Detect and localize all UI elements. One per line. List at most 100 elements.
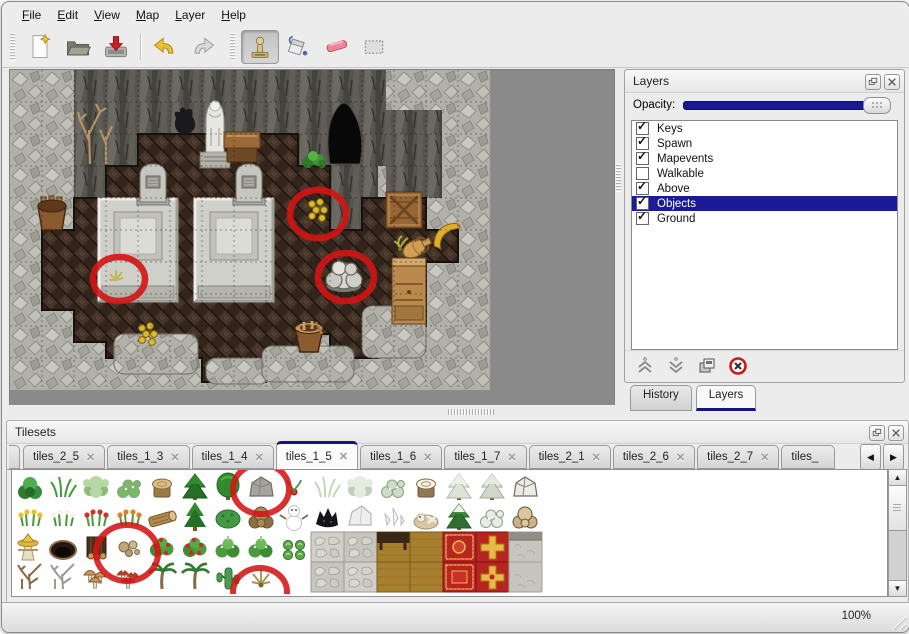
layers-panel-title: Layers <box>633 74 669 88</box>
tileset-tab[interactable]: tiles_2_7 ✕ <box>697 445 779 469</box>
tileset-tab-active[interactable]: tiles_1_5 ✕ <box>276 441 358 470</box>
tileset-tab[interactable]: tiles_1_4✕ <box>192 445 274 469</box>
splitter-grip <box>616 164 621 192</box>
tileset-tab-label: tiles_2_7 <box>707 451 753 463</box>
tileset-tab-label: tiles_1_5 <box>286 451 332 463</box>
layer-visibility-checkbox[interactable]: ✓ <box>636 152 649 165</box>
layer-row-ground[interactable]: ✓ Ground <box>632 211 897 226</box>
chevrons-up-icon <box>635 356 655 376</box>
undo-button[interactable] <box>146 30 184 64</box>
close-tab-icon[interactable]: ✕ <box>423 451 432 464</box>
menu-layer[interactable]: Layer <box>167 5 213 25</box>
close-tab-icon[interactable]: ✕ <box>339 450 348 463</box>
tileset-tab[interactable]: tiles_1_6✕ <box>360 445 442 469</box>
layer-name: Mapevents <box>657 153 713 165</box>
float-panel-button[interactable] <box>865 74 881 90</box>
menu-help[interactable]: Help <box>213 5 254 25</box>
layer-row-walkable[interactable]: ✓Walkable <box>632 166 897 181</box>
resize-grip[interactable] <box>888 612 906 630</box>
tab-history[interactable]: History <box>630 385 692 411</box>
layers-panel: Layers Opacity: <box>624 69 905 412</box>
menu-edit[interactable]: Edit <box>49 5 86 25</box>
toolbar <box>2 27 909 68</box>
tileset-tab[interactable]: tiles_1_7 ✕ <box>444 445 526 469</box>
eraser-tool-button[interactable] <box>317 30 355 64</box>
select-tool-button[interactable] <box>355 30 393 64</box>
close-tab-icon[interactable]: ✕ <box>592 451 601 464</box>
tileset-scrollbar[interactable]: ▲ ▼ <box>888 469 907 597</box>
undo-icon <box>151 33 179 61</box>
layer-list: ✓Keys ✓Spawn ✓Mapevents ✓Walkable ✓Above… <box>631 120 898 350</box>
stamp-tool-button[interactable] <box>241 30 279 64</box>
opacity-slider[interactable] <box>683 101 890 110</box>
slider-grip-dots <box>871 101 883 109</box>
redo-button[interactable] <box>184 30 222 64</box>
tileset-tab[interactable]: tiles_ <box>781 445 835 469</box>
map-viewport[interactable] <box>9 69 615 407</box>
tileset-tab[interactable]: tiles_2_6✕ <box>613 445 695 469</box>
float-panel-button[interactable] <box>869 425 885 441</box>
new-file-button[interactable] <box>21 30 59 64</box>
delete-layer-button[interactable] <box>726 354 750 378</box>
layer-row-spawn[interactable]: ✓Spawn <box>632 136 897 151</box>
delete-icon <box>728 356 748 376</box>
close-tab-icon[interactable]: ✕ <box>170 451 179 464</box>
toolbar-grip[interactable] <box>10 33 15 61</box>
menu-map[interactable]: Map <box>128 5 167 25</box>
close-panel-button[interactable] <box>884 74 900 90</box>
layer-name: Spawn <box>657 138 692 150</box>
float-icon <box>872 428 882 438</box>
close-tab-icon[interactable]: ✕ <box>86 451 95 464</box>
layer-name: Objects <box>657 198 696 210</box>
tab-layers[interactable]: Layers <box>696 385 757 411</box>
scroll-tabs-right-button[interactable]: ▶ <box>883 444 904 470</box>
status-bar: 100% <box>2 602 909 632</box>
tileset-tab-label: tiles_1_3 <box>117 451 163 463</box>
close-icon <box>891 428 901 438</box>
toolbar-grip[interactable] <box>230 33 235 61</box>
lower-layer-button[interactable] <box>664 354 688 378</box>
layer-row-mapevents[interactable]: ✓ Mapevents <box>632 151 897 166</box>
fill-tool-button[interactable] <box>279 30 317 64</box>
tileset-tab-bar: tiles_2_5✕ tiles_1_3 ✕ tiles_1_4✕ tiles_1… <box>7 442 908 470</box>
open-button[interactable] <box>59 30 97 64</box>
tileset-tab-label: tiles_1_7 <box>454 451 500 463</box>
layer-row-keys[interactable]: ✓Keys <box>632 121 897 136</box>
tileset-tab-clipped-left[interactable] <box>9 445 20 469</box>
horizontal-splitter[interactable] <box>6 405 616 419</box>
menu-view[interactable]: View <box>86 5 128 25</box>
raise-layer-button[interactable] <box>633 354 657 378</box>
close-tab-icon[interactable]: ✕ <box>507 451 516 464</box>
vertical-splitter[interactable] <box>615 69 623 405</box>
close-panel-button[interactable] <box>888 425 904 441</box>
tileset-tab-label: tiles_2_1 <box>539 451 585 463</box>
scrollbar-thumb[interactable] <box>889 486 906 531</box>
eraser-icon <box>322 33 350 61</box>
tilesets-panel-title: Tilesets <box>15 425 56 439</box>
tileset-canvas[interactable] <box>12 470 544 594</box>
save-button[interactable] <box>97 30 135 64</box>
close-tab-icon[interactable]: ✕ <box>760 451 769 464</box>
opacity-slider-handle[interactable] <box>863 97 891 114</box>
scroll-tabs-left-button[interactable]: ◀ <box>860 444 881 470</box>
layer-ops-toolbar <box>625 350 904 381</box>
close-tab-icon[interactable]: ✕ <box>255 451 264 464</box>
tileset-viewport[interactable] <box>11 469 888 597</box>
layer-row-objects[interactable]: ✓Objects <box>632 196 897 211</box>
duplicate-layer-button[interactable] <box>695 354 719 378</box>
close-tab-icon[interactable]: ✕ <box>676 451 685 464</box>
open-folder-icon <box>64 33 92 61</box>
tileset-tab[interactable]: tiles_2_1 ✕ <box>529 445 611 469</box>
scrollbar-up-button[interactable]: ▲ <box>889 470 906 486</box>
menu-file[interactable]: File <box>14 5 49 25</box>
scrollbar-down-button[interactable]: ▼ <box>889 580 906 596</box>
layer-visibility-checkbox[interactable]: ✓ <box>636 212 649 225</box>
opacity-row: Opacity: <box>625 94 904 116</box>
splitter-grip <box>448 409 494 415</box>
map-canvas[interactable] <box>10 70 490 390</box>
layer-row-above[interactable]: ✓Above <box>632 181 897 196</box>
tileset-tab[interactable]: tiles_2_5✕ <box>23 445 105 469</box>
layer-name: Ground <box>657 213 695 225</box>
stamp-icon <box>246 33 274 61</box>
tileset-tab[interactable]: tiles_1_3 ✕ <box>107 445 189 469</box>
